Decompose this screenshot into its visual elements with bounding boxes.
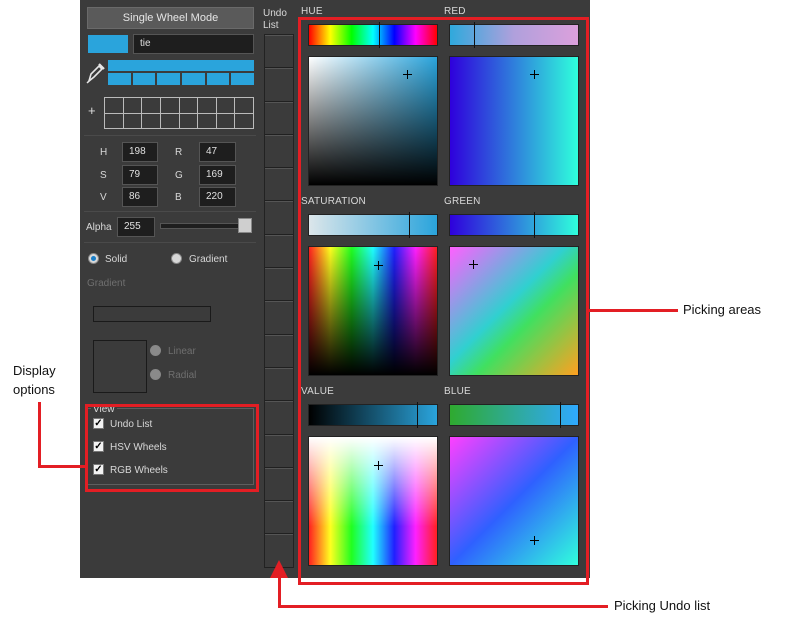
eyedropper-icon[interactable] xyxy=(86,60,106,84)
rgb-label-r: R xyxy=(175,147,183,158)
hsv-field-h[interactable]: 198 xyxy=(122,142,158,162)
color-name-field[interactable]: tie xyxy=(133,34,254,54)
hsv-label-h: H xyxy=(100,147,108,158)
swatch-grid[interactable] xyxy=(104,97,254,129)
alpha-slider-handle[interactable] xyxy=(238,218,252,233)
picking-undo-arrow-icon xyxy=(270,560,288,578)
undo-list[interactable] xyxy=(264,34,294,568)
undo-slot[interactable] xyxy=(265,434,293,468)
undo-slot[interactable] xyxy=(265,234,293,269)
current-color-swatch[interactable] xyxy=(88,35,128,53)
rgb-field-g[interactable]: 169 xyxy=(199,165,236,185)
undo-list-column: Undo List xyxy=(262,0,296,578)
gradient-preview[interactable] xyxy=(93,340,147,393)
hsv-label-v: V xyxy=(100,192,107,203)
hsv-field-s[interactable]: 79 xyxy=(122,165,158,185)
picking-areas-annotation: Picking areas xyxy=(683,302,762,317)
hsv-label-s: S xyxy=(100,170,107,181)
rgb-field-r[interactable]: 47 xyxy=(199,142,236,162)
display-options-callout-box xyxy=(85,404,259,492)
alpha-label: Alpha xyxy=(86,222,112,233)
undo-slot[interactable] xyxy=(265,134,293,169)
undo-slot[interactable] xyxy=(265,35,293,69)
recent-swatch[interactable] xyxy=(182,73,205,85)
undo-slot[interactable] xyxy=(265,334,293,368)
recent-swatch[interactable] xyxy=(132,73,156,85)
recent-swatch[interactable] xyxy=(206,73,230,85)
recent-swatch[interactable] xyxy=(231,73,255,85)
undo-list-header: Undo List xyxy=(263,8,287,31)
undo-slot[interactable] xyxy=(265,168,293,202)
undo-slot[interactable] xyxy=(265,467,293,502)
undo-slot[interactable] xyxy=(265,68,293,102)
undo-slot[interactable] xyxy=(265,101,293,135)
gradient-header: Gradient xyxy=(87,278,126,289)
undo-slot[interactable] xyxy=(265,268,293,302)
solid-label: Solid xyxy=(105,254,128,265)
linear-label: Linear xyxy=(168,346,196,357)
recent-swatch-row xyxy=(108,73,255,85)
display-options-callout-line-h xyxy=(38,465,86,468)
picking-areas-callout-line xyxy=(589,309,678,312)
display-options-callout-line-v xyxy=(38,402,41,468)
recent-color-bar[interactable] xyxy=(108,60,254,71)
recent-swatch[interactable] xyxy=(108,73,131,85)
rgb-label-b: B xyxy=(175,192,182,203)
picking-areas-callout-box xyxy=(298,17,589,585)
undo-slot[interactable] xyxy=(265,367,293,402)
gradient-label: Gradient xyxy=(189,254,228,265)
add-swatch-button[interactable]: + xyxy=(88,104,102,118)
hsv-field-v[interactable]: 86 xyxy=(122,187,158,207)
radial-label: Radial xyxy=(168,370,197,381)
display-options-annotation: Display options xyxy=(13,363,56,397)
single-wheel-mode-button[interactable]: Single Wheel Mode xyxy=(87,7,254,29)
undo-slot[interactable] xyxy=(265,301,293,335)
gradient-bar[interactable] xyxy=(93,306,211,322)
undo-slot[interactable] xyxy=(265,201,293,235)
linear-radio[interactable] xyxy=(150,345,161,356)
solid-radio[interactable] xyxy=(88,253,99,264)
hue-label: HUE xyxy=(301,6,323,17)
recent-swatch[interactable] xyxy=(157,73,181,85)
rgb-label-g: G xyxy=(175,170,183,181)
red-label: RED xyxy=(444,6,466,17)
picking-undo-callout-line-v xyxy=(278,576,281,607)
alpha-field[interactable]: 255 xyxy=(117,217,155,237)
picking-undo-annotation: Picking Undo list xyxy=(614,598,711,613)
rgb-field-b[interactable]: 220 xyxy=(199,187,236,207)
radial-radio[interactable] xyxy=(150,369,161,380)
picking-undo-callout-line-h xyxy=(278,605,608,608)
undo-slot[interactable] xyxy=(265,501,293,535)
undo-slot[interactable] xyxy=(265,401,293,435)
gradient-radio[interactable] xyxy=(171,253,182,264)
